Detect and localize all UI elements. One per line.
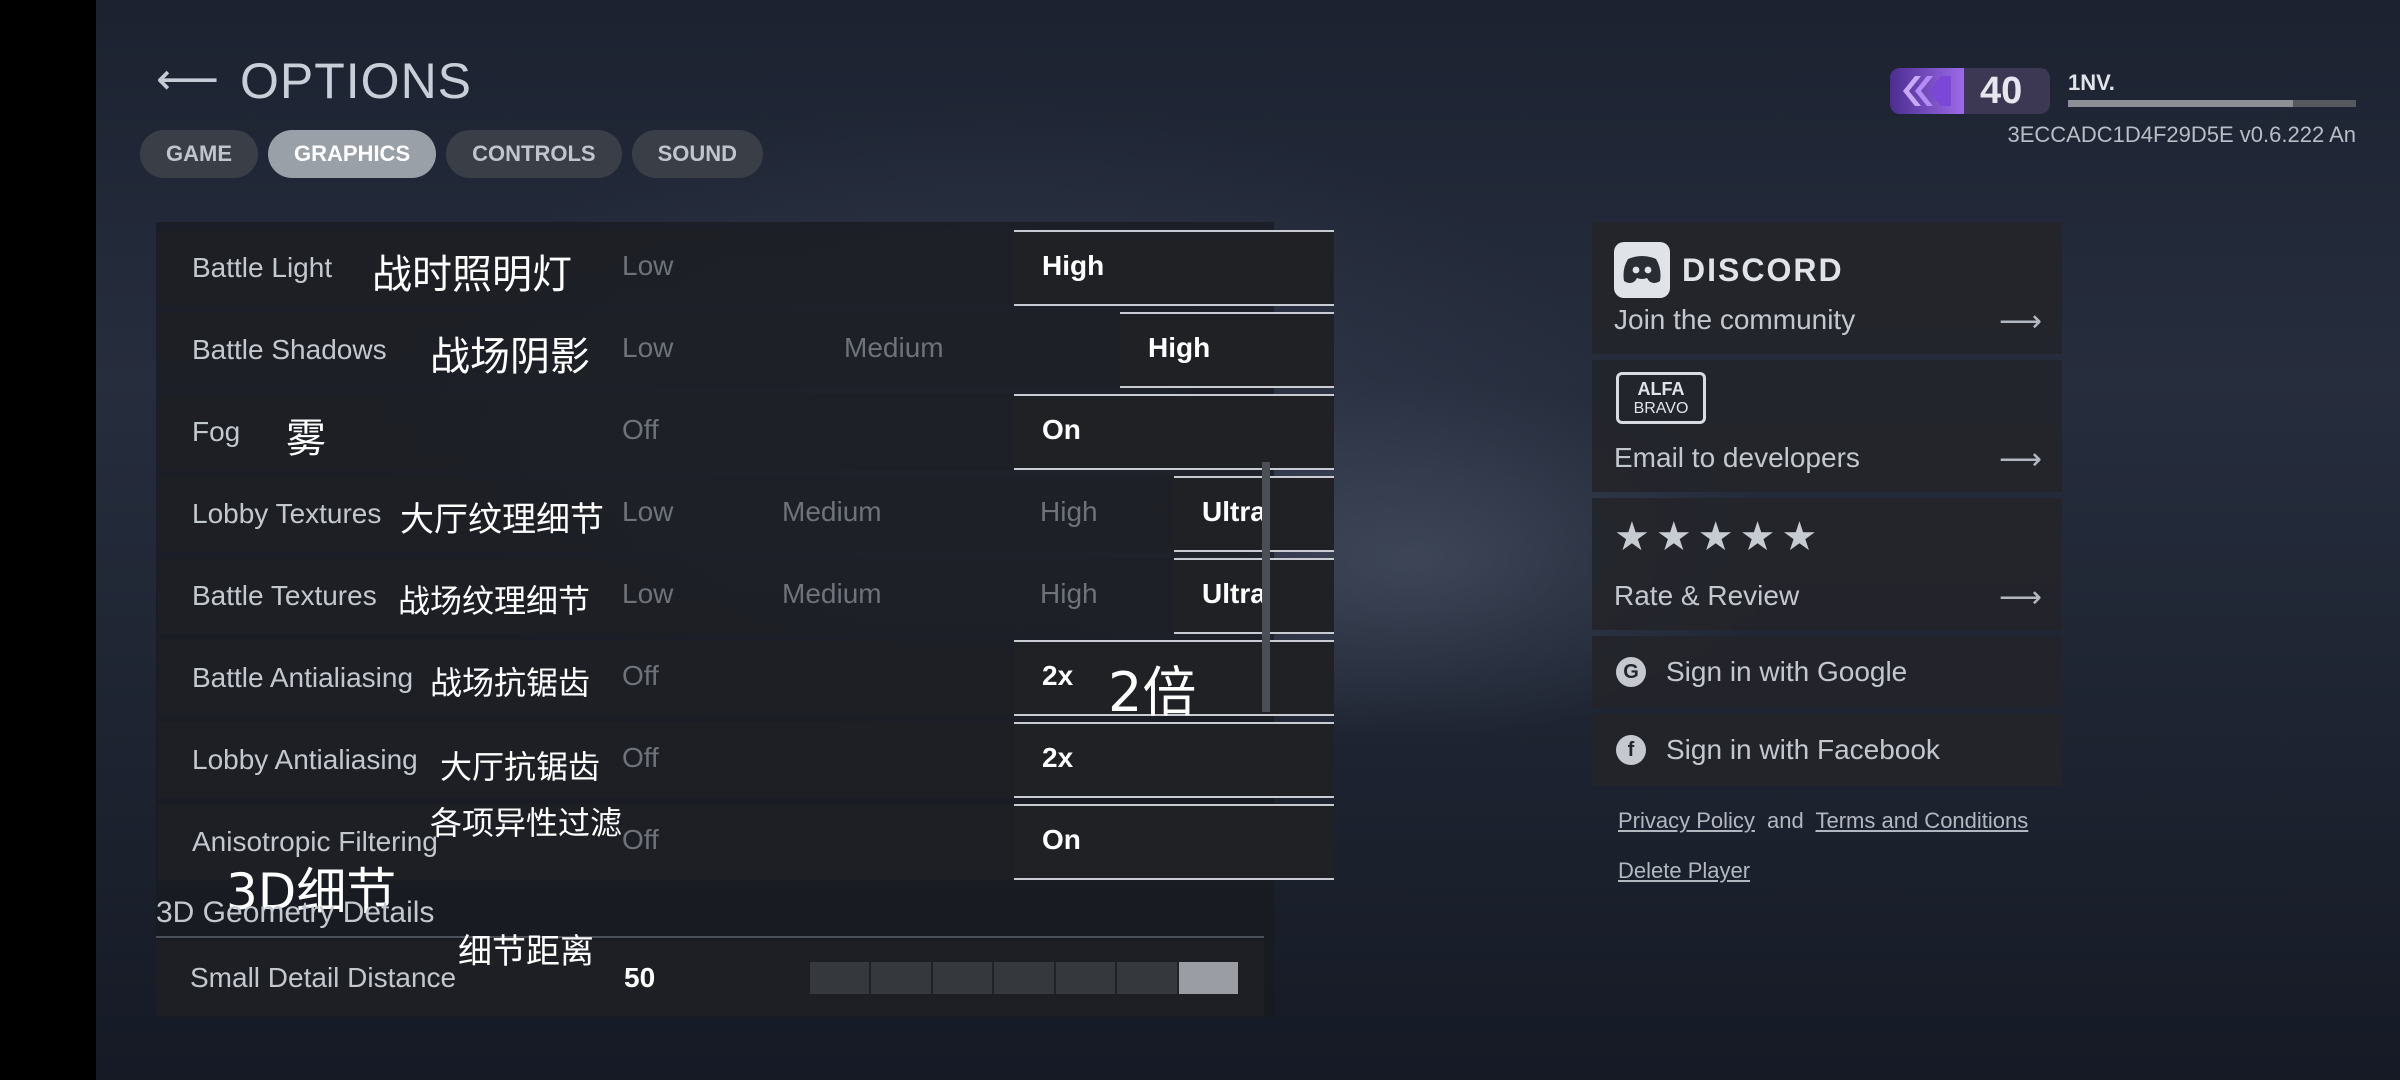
setting-row-lobby-textures: Lobby Textures 大厅纹理细节 Low Medium High Ul… xyxy=(158,476,1334,552)
option-off[interactable]: Off xyxy=(622,742,659,774)
option-high[interactable]: High xyxy=(1040,578,1098,610)
page-title: OPTIONS xyxy=(240,53,473,109)
discord-icon xyxy=(1614,242,1670,298)
tab-controls[interactable]: CONTROLS xyxy=(446,130,622,178)
option-on-selected[interactable]: On xyxy=(1014,804,1334,880)
options-screen: ⟵ OPTIONS GAME GRAPHICS CONTROLS SOUND 4… xyxy=(96,0,2400,1080)
option-ultra-selected[interactable]: Ultra xyxy=(1174,476,1334,552)
setting-label-cn: 大厅抗锯齿 xyxy=(440,748,601,786)
slider-segment[interactable] xyxy=(1055,962,1118,994)
tab-sound[interactable]: SOUND xyxy=(631,130,764,178)
setting-row-fog: Fog 雾 Off On xyxy=(158,394,1334,470)
section-title: 3D Geometry Details xyxy=(156,896,435,929)
rate-review-card[interactable]: ★★★★★ Rate & Review ⟶ xyxy=(1592,498,2062,630)
option-off[interactable]: Off xyxy=(622,824,659,856)
email-caption: Email to developers xyxy=(1614,442,1860,473)
arrow-right-icon: ⟶ xyxy=(1998,581,2042,614)
option-medium[interactable]: Medium xyxy=(782,578,882,610)
google-icon: G xyxy=(1616,657,1646,687)
xp-progress-bar xyxy=(2068,100,2356,107)
rate-caption: Rate & Review xyxy=(1614,580,1800,611)
tab-bar: GAME GRAPHICS CONTROLS SOUND xyxy=(140,130,764,178)
delete-player-link[interactable]: Delete Player xyxy=(1618,858,1750,884)
slider-value: 50 xyxy=(624,962,656,993)
alfa-bravo-logo: ALFA BRAVO xyxy=(1616,372,1706,424)
setting-label-cn: 战场纹理细节 xyxy=(398,582,591,620)
setting-label: Battle Light xyxy=(192,252,333,283)
player-level: 40 xyxy=(1980,69,2023,112)
slider-segment[interactable] xyxy=(1117,962,1179,994)
option-high-selected[interactable]: High xyxy=(1120,312,1334,388)
player-rank-badge: 40 xyxy=(1890,68,2050,114)
discord-card[interactable]: DISCORD Join the community ⟶ xyxy=(1592,222,2062,354)
option-low[interactable]: Low xyxy=(622,332,673,364)
option-high-selected[interactable]: High xyxy=(1014,230,1334,306)
setting-label: Battle Shadows xyxy=(192,334,387,365)
setting-label: Battle Textures xyxy=(192,580,377,611)
option-high[interactable]: High xyxy=(1040,496,1098,528)
setting-row-battle-textures: Battle Textures 战场纹理细节 Low Medium High U… xyxy=(158,558,1334,634)
rating-stars-icon: ★★★★★ xyxy=(1614,515,1824,559)
setting-label: Lobby Antialiasing xyxy=(192,744,418,775)
arrow-right-icon: ⟶ xyxy=(1998,305,2042,338)
slider-segment[interactable] xyxy=(810,962,872,994)
option-low[interactable]: Low xyxy=(622,250,673,282)
terms-link[interactable]: Terms and Conditions xyxy=(1815,808,2028,833)
setting-label-cn: 战时照明灯 xyxy=(372,252,572,298)
option-off[interactable]: Off xyxy=(622,660,659,692)
facebook-sign-in-button[interactable]: f Sign in with Facebook xyxy=(1592,714,2062,786)
option-ultra-selected[interactable]: Ultra xyxy=(1174,558,1334,634)
slider-segment[interactable] xyxy=(1178,962,1238,994)
setting-label: Battle Antialiasing xyxy=(192,662,414,693)
discord-logo: DISCORD xyxy=(1614,242,1844,298)
slider-segment[interactable] xyxy=(932,962,995,994)
facebook-icon: f xyxy=(1616,735,1646,765)
arrow-right-icon: ⟶ xyxy=(1998,443,2042,476)
setting-row-battle-antialiasing: Battle Antialiasing 战场抗锯齿 Off 2x 2倍 xyxy=(158,640,1334,724)
setting-label-cn: 各项异性过滤 xyxy=(430,804,623,842)
option-off[interactable]: Off xyxy=(622,414,659,446)
rank-chevron-icon xyxy=(1890,68,1964,114)
setting-label-cn: 战场抗锯齿 xyxy=(430,664,591,702)
tab-game[interactable]: GAME xyxy=(140,130,258,178)
facebook-caption: Sign in with Facebook xyxy=(1666,734,1940,765)
setting-value-cn: 2倍 xyxy=(1108,661,1197,724)
setting-label: Lobby Textures xyxy=(192,498,382,529)
back-arrow-icon[interactable]: ⟵ xyxy=(156,58,219,102)
legal-links: Privacy Policy and Terms and Conditions xyxy=(1618,808,2028,834)
option-on-selected[interactable]: On xyxy=(1014,394,1334,470)
setting-label-cn: 大厅纹理细节 xyxy=(400,500,604,540)
setting-row-battle-shadows: Battle Shadows 战场阴影 Low Medium High xyxy=(158,312,1334,388)
section-divider xyxy=(156,936,1264,938)
slider-label-cn: 细节距离 xyxy=(458,932,594,972)
google-sign-in-button[interactable]: G Sign in with Google xyxy=(1592,636,2062,708)
build-id: 3ECCADC1D4F29D5E v0.6.222 An xyxy=(2007,122,2356,147)
setting-label-cn: 战场阴影 xyxy=(430,334,590,380)
setting-row-battle-light: Battle Light 战时照明灯 Low High xyxy=(158,230,1334,306)
option-low[interactable]: Low xyxy=(622,496,673,528)
option-low[interactable]: Low xyxy=(622,578,673,610)
xp-progress-fill xyxy=(2068,100,2293,107)
privacy-policy-link[interactable]: Privacy Policy xyxy=(1618,808,1755,833)
settings-scrollbar[interactable] xyxy=(1262,462,1270,712)
setting-label-cn: 雾 xyxy=(286,416,326,462)
email-developers-card[interactable]: ALFA BRAVO Email to developers ⟶ xyxy=(1592,360,2062,492)
tab-graphics[interactable]: GRAPHICS xyxy=(268,130,437,178)
small-detail-distance-slider[interactable] xyxy=(810,962,1238,994)
setting-row-lobby-antialiasing: Lobby Antialiasing 大厅抗锯齿 Off 2x xyxy=(158,722,1334,798)
slider-segment[interactable] xyxy=(994,962,1056,994)
discord-caption: Join the community xyxy=(1614,304,1856,335)
slider-label: Small Detail Distance xyxy=(190,962,457,993)
slider-segment[interactable] xyxy=(871,962,933,994)
option-2x-selected[interactable]: 2x xyxy=(1014,722,1334,798)
player-name: 1NV. xyxy=(2068,70,2115,95)
option-medium[interactable]: Medium xyxy=(782,496,882,528)
and-text: and xyxy=(1767,808,1804,833)
option-medium[interactable]: Medium xyxy=(844,332,944,364)
setting-label: Fog xyxy=(192,416,241,447)
google-caption: Sign in with Google xyxy=(1666,656,1908,687)
